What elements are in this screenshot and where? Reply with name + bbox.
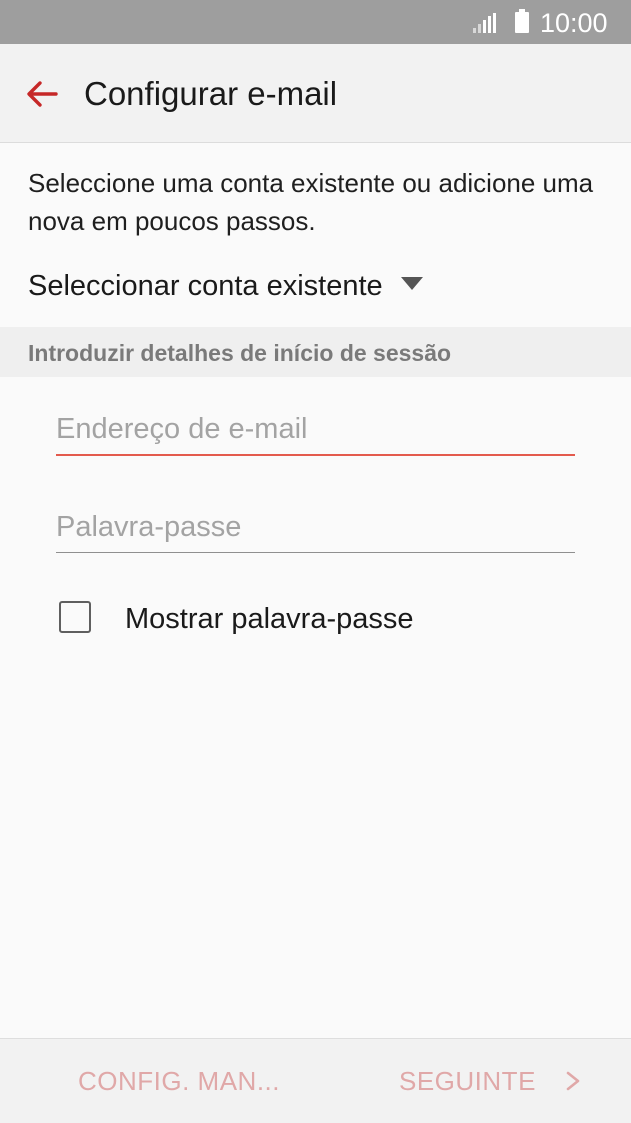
signal-icon <box>473 13 496 33</box>
status-time: 10:00 <box>540 8 608 38</box>
app-bar: Configurar e-mail <box>0 44 631 143</box>
page-title: Configurar e-mail <box>84 75 338 112</box>
email-input[interactable] <box>56 404 575 456</box>
intro-text: Seleccione uma conta existente ou adicio… <box>28 168 594 236</box>
triangle-down-icon <box>400 277 423 291</box>
manual-setup-button[interactable]: CONFIG. MAN... <box>78 1063 280 1099</box>
next-button[interactable]: SEGUINTE <box>399 1063 580 1099</box>
manual-setup-label: CONFIG. MAN... <box>78 1066 280 1096</box>
show-password-label: Mostrar palavra-passe <box>125 603 414 635</box>
chevron-right-icon <box>566 1071 579 1091</box>
status-bar: 10:00 <box>0 0 631 44</box>
bottom-bar: CONFIG. MAN... SEGUINTE <box>0 1038 631 1123</box>
select-existing-account-label: Seleccionar conta existente <box>28 270 383 302</box>
section-header-label: Introduzir detalhes de início de sessão <box>28 340 452 366</box>
arrow-left-icon[interactable] <box>22 74 62 114</box>
show-password-checkbox[interactable] <box>59 601 91 633</box>
section-header: Introduzir detalhes de início de sessão <box>0 327 631 377</box>
battery-icon <box>515 9 529 33</box>
password-input[interactable] <box>56 502 575 553</box>
select-existing-account-dropdown[interactable]: Seleccionar conta existente <box>28 266 423 306</box>
next-label: SEGUINTE <box>399 1066 536 1096</box>
